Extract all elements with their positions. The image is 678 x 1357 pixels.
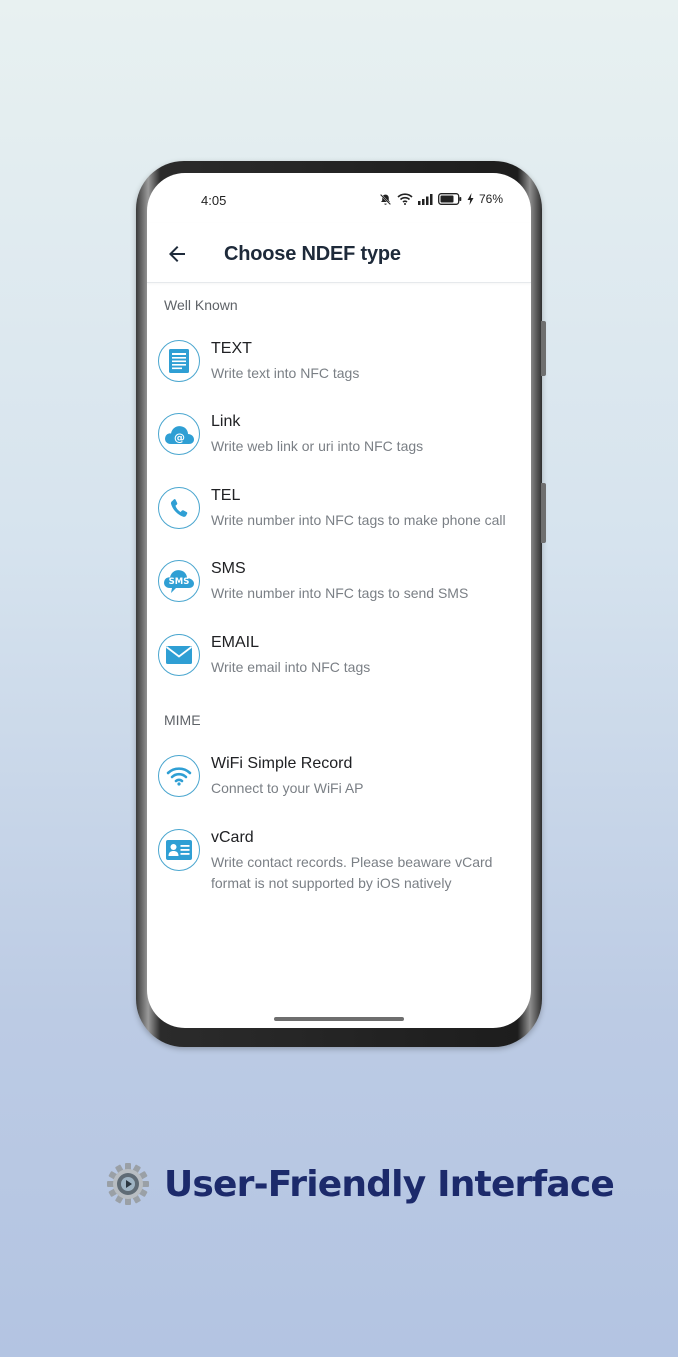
icon-badge (158, 634, 200, 676)
page-title: Choose NDEF type (224, 243, 401, 265)
contact-card-icon (166, 840, 192, 860)
list-item-sms[interactable]: SMS SMS Write number into NFC tags to se… (147, 560, 531, 630)
icon-badge (158, 755, 200, 797)
phone-icon (170, 499, 188, 517)
home-indicator[interactable] (274, 1017, 404, 1021)
promo-caption: User-Friendly Interface (106, 1162, 615, 1206)
list-item-title: SMS (211, 560, 246, 577)
list-item-text[interactable]: TEXT Write text into NFC tags (147, 340, 531, 410)
list-item-email[interactable]: EMAIL Write email into NFC tags (147, 634, 531, 704)
section-header-mime: MIME (164, 712, 201, 728)
at-cloud-icon: @ (165, 426, 194, 444)
icon-badge (158, 487, 200, 529)
phone-frame: 4:05 76% Choose NDEF type Well Known TEX… (136, 161, 546, 1047)
list-item-subtitle: Write contact records. Please beaware vC… (211, 854, 493, 891)
list-item-title: TEXT (211, 340, 252, 357)
icon-badge (158, 340, 200, 382)
battery-percent: 76% (478, 192, 503, 206)
list-item-link[interactable]: @ Link Write web link or uri into NFC ta… (147, 413, 531, 483)
list-item-subtitle: Write text into NFC tags (211, 365, 360, 381)
list-item-subtitle: Write email into NFC tags (211, 659, 371, 675)
document-icon (169, 349, 189, 373)
section-header-well-known: Well Known (164, 297, 238, 313)
phone-side-button (541, 483, 546, 543)
icon-badge (158, 829, 200, 871)
status-time: 4:05 (201, 193, 227, 208)
list-item-vcard[interactable]: vCard Write contact records. Please beaw… (147, 829, 531, 919)
phone-screen: 4:05 76% Choose NDEF type Well Known TEX… (147, 173, 531, 1028)
list-item-tel[interactable]: TEL Write number into NFC tags to make p… (147, 487, 531, 557)
list-item-subtitle: Write web link or uri into NFC tags (211, 438, 424, 454)
list-item-title: Link (211, 413, 241, 430)
list-item-subtitle: Connect to your WiFi AP (211, 780, 364, 796)
list-item-wifi[interactable]: WiFi Simple Record Connect to your WiFi … (147, 755, 531, 825)
battery-icon (438, 193, 462, 205)
status-bar: 4:05 76% (147, 173, 531, 223)
svg-text:SMS: SMS (169, 577, 190, 587)
list-item-title: WiFi Simple Record (211, 755, 353, 772)
wifi-status-icon (397, 193, 413, 205)
gear-icon (107, 1163, 149, 1205)
wifi-icon (166, 767, 192, 786)
app-bar: Choose NDEF type (147, 223, 531, 283)
icon-badge: SMS (158, 560, 200, 602)
back-arrow-icon[interactable] (165, 242, 189, 266)
list-item-subtitle: Write number into NFC tags to send SMS (211, 585, 469, 601)
status-icons: 76% (379, 192, 503, 206)
phone-side-button (541, 321, 546, 376)
list-item-subtitle: Write number into NFC tags to make phone… (211, 512, 506, 528)
charging-icon (467, 193, 474, 205)
list-item-title: EMAIL (211, 634, 260, 651)
sms-cloud-icon: SMS (164, 570, 194, 593)
signal-icon (417, 193, 433, 205)
icon-badge: @ (158, 413, 200, 455)
list-item-title: TEL (211, 487, 241, 504)
svg-text:@: @ (174, 431, 185, 444)
caption-text: User-Friendly Interface (164, 1163, 615, 1205)
mute-icon (379, 193, 391, 205)
list-item-title: vCard (211, 829, 254, 846)
envelope-icon (165, 646, 193, 664)
